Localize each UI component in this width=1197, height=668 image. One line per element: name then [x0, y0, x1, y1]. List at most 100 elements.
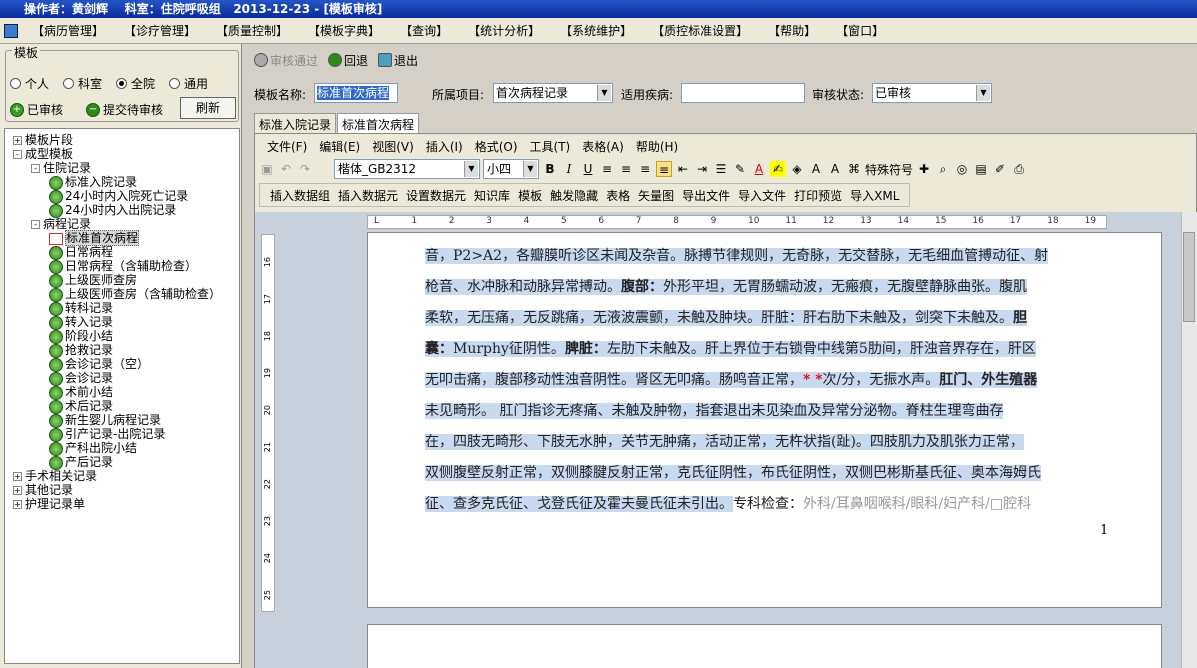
special-chars-button[interactable]: 特殊符号 — [865, 161, 913, 178]
editor-menu-item[interactable]: 帮助(H) — [630, 138, 684, 155]
size-select[interactable]: 小四 ▼ — [483, 159, 539, 179]
font-color-icon[interactable]: A — [751, 161, 767, 177]
tree-node[interactable]: 24小时内入院死亡记录 — [49, 189, 188, 204]
symbol-icon[interactable]: ⌘ — [846, 161, 862, 177]
search-icon[interactable]: ⌕ — [935, 161, 951, 177]
text-line[interactable]: 未见畸形。 肛门指诊无疼痛、未触及肿物，指套退出未见染血及异常分泌物。脊柱生理弯… — [425, 396, 1110, 427]
tree-node[interactable]: 转入记录 — [49, 315, 113, 330]
insert-bar-item[interactable]: 插入数据元 — [334, 187, 402, 204]
align-left-icon[interactable]: ≡ — [599, 161, 615, 177]
menu-item[interactable]: 【窗口】 — [826, 22, 894, 39]
menu-item[interactable]: 【病历管理】 — [22, 22, 114, 39]
tree-node[interactable]: 转科记录 — [49, 301, 113, 316]
tree-node[interactable]: 24小时内入出院记录 — [49, 203, 176, 218]
exit-button[interactable]: 退出 — [378, 52, 418, 69]
grow-font-icon[interactable]: A — [808, 161, 824, 177]
undo-icon[interactable]: ↶ — [278, 161, 294, 177]
edit-icon[interactable]: ✐ — [992, 161, 1008, 177]
menu-item[interactable]: 【查询】 — [390, 22, 458, 39]
redo-icon[interactable]: ↷ — [297, 161, 313, 177]
insert-bar-item[interactable]: 触发隐藏 — [546, 187, 602, 204]
menu-item[interactable]: 【质量控制】 — [206, 22, 298, 39]
tree-node[interactable]: 日常病程（含辅助检查） — [49, 259, 197, 274]
brush-icon[interactable]: ✎ — [732, 161, 748, 177]
tree-node[interactable]: 术前小结 — [49, 385, 113, 400]
expand-icon[interactable]: + — [13, 472, 22, 481]
menu-item[interactable]: 【质控标准设置】 — [642, 22, 758, 39]
text-line[interactable]: 囊：Murphy征阴性。脾脏：左肋下未触及。肝上界位于右锁骨中线第5肋间，肝浊音… — [425, 334, 1110, 365]
approved-label[interactable]: 已审核 — [27, 101, 63, 118]
text-line[interactable]: 音，P2>A2，各瓣膜听诊区未闻及杂音。脉搏节律规则，无奇脉，无交替脉，无毛细血… — [425, 241, 1110, 272]
italic-icon[interactable]: I — [561, 161, 577, 177]
editor-menu-item[interactable]: 视图(V) — [366, 138, 420, 155]
editor-menu-item[interactable]: 表格(A) — [576, 138, 630, 155]
tree-node[interactable]: - 病程记录 — [31, 217, 91, 231]
editor-menu-item[interactable]: 编辑(E) — [313, 138, 366, 155]
menu-item[interactable]: 【系统维护】 — [550, 22, 642, 39]
text-line[interactable]: 双侧腹壁反射正常，双侧膝腱反射正常，克氏征阴性，布氏征阴性，双侧巴彬斯基氏征、奥… — [425, 458, 1110, 489]
list-icon[interactable]: ☰ — [713, 161, 729, 177]
text-line[interactable]: 征、查多克氏征、戈登氏征及霍夫曼氏征未引出。专科检查：外科/耳鼻咽喉科/眼科/妇… — [425, 489, 1110, 520]
insert-bar-item[interactable]: 打印预览 — [790, 187, 846, 204]
tree-node[interactable]: 产科出院小结 — [49, 441, 137, 456]
shrink-font-icon[interactable]: A — [827, 161, 843, 177]
editor-menu-item[interactable]: 工具(T) — [524, 138, 577, 155]
menu-item[interactable]: 【诊疗管理】 — [114, 22, 206, 39]
insert-bar-item[interactable]: 导入XML — [846, 187, 903, 204]
disease-field[interactable] — [681, 83, 805, 103]
indent-decrease-icon[interactable]: ⇤ — [675, 161, 691, 177]
tree-node[interactable]: 上级医师查房 — [49, 273, 137, 288]
text-line[interactable]: 柔软，无压痛，无反跳痛，无液波震颤，未触及肿块。肝脏：肝右肋下未触及，剑突下未触… — [425, 303, 1110, 334]
menu-item[interactable]: 【帮助】 — [758, 22, 826, 39]
scope-radio[interactable]: 全院 — [116, 75, 155, 92]
template-name-field[interactable]: 标准首次病程 — [314, 83, 398, 103]
tree-node[interactable]: 产后记录 — [49, 455, 113, 470]
tree-node[interactable]: 术后记录 — [49, 399, 113, 414]
text-line[interactable]: 无叩击痛，腹部移动性浊音阴性。肾区无叩痛。肠鸣音正常，* *次/分，无振水声。肛… — [425, 365, 1110, 396]
tree-node[interactable]: + 其他记录 — [13, 483, 73, 497]
tree-node[interactable]: 上级医师查房（含辅助检查） — [49, 287, 221, 302]
font-select[interactable]: 楷体_GB2312 ▼ — [334, 159, 480, 179]
document-page[interactable]: 音，P2>A2，各瓣膜听诊区未闻及杂音。脉搏节律规则，无奇脉，无交替脉，无毛细血… — [367, 232, 1162, 608]
menu-app-icon[interactable] — [4, 23, 18, 38]
approve-button[interactable]: 审核通过 — [254, 52, 318, 69]
status-select[interactable]: 已审核 ▼ — [872, 83, 992, 103]
collapse-icon[interactable]: - — [13, 150, 22, 159]
collapse-icon[interactable]: - — [31, 220, 40, 229]
tree-node[interactable]: - 住院记录 — [31, 161, 91, 175]
print-icon[interactable]: ⎙ — [1011, 161, 1027, 177]
submit-review-label[interactable]: 提交待审核 — [103, 101, 163, 118]
refresh-button[interactable]: 刷新 — [180, 97, 236, 119]
tree-node[interactable]: - 成型模板 — [13, 147, 73, 161]
insert-bar-item[interactable]: 表格 — [602, 187, 634, 204]
bold-icon[interactable]: B — [542, 161, 558, 177]
tree-node[interactable]: 引产记录-出院记录 — [49, 427, 165, 442]
tab-0[interactable]: 标准入院记录 — [254, 113, 337, 133]
menu-item[interactable]: 【模板字典】 — [298, 22, 390, 39]
tree-node[interactable]: 抢救记录 — [49, 343, 113, 358]
tree-node[interactable]: 标准首次病程 — [49, 230, 140, 246]
document-page-2[interactable] — [367, 624, 1162, 668]
insert-bar-item[interactable]: 矢量图 — [634, 187, 678, 204]
tree-node[interactable]: + 手术相关记录 — [13, 469, 97, 483]
radio-button[interactable] — [169, 78, 181, 89]
scope-radio[interactable]: 科室 — [63, 75, 102, 92]
tree-node[interactable]: 会诊记录 — [49, 371, 113, 386]
tree-node[interactable]: + 护理记录单 — [13, 497, 85, 511]
menu-item[interactable]: 【统计分析】 — [458, 22, 550, 39]
scrollbar-thumb[interactable] — [1183, 232, 1195, 322]
back-button[interactable]: 回退 — [328, 52, 368, 69]
editor-menu-item[interactable]: 文件(F) — [261, 138, 313, 155]
binoculars-icon[interactable]: ◎ — [954, 161, 970, 177]
tree-node[interactable]: 会诊记录（空） — [49, 357, 149, 372]
tree-node[interactable]: 新生婴儿病程记录 — [49, 413, 161, 428]
tree-node[interactable]: 标准入院记录 — [49, 175, 137, 190]
insert-bar-item[interactable]: 插入数据组 — [266, 187, 334, 204]
insert-bar-item[interactable]: 设置数据元 — [402, 187, 470, 204]
collapse-icon[interactable]: - — [31, 164, 40, 173]
tree-node[interactable]: 阶段小结 — [49, 329, 113, 344]
underline-icon[interactable]: U — [580, 161, 596, 177]
editor-menu-item[interactable]: 格式(O) — [469, 138, 524, 155]
align-center-icon[interactable]: ≡ — [618, 161, 634, 177]
insert-bar-item[interactable]: 导出文件 — [678, 187, 734, 204]
